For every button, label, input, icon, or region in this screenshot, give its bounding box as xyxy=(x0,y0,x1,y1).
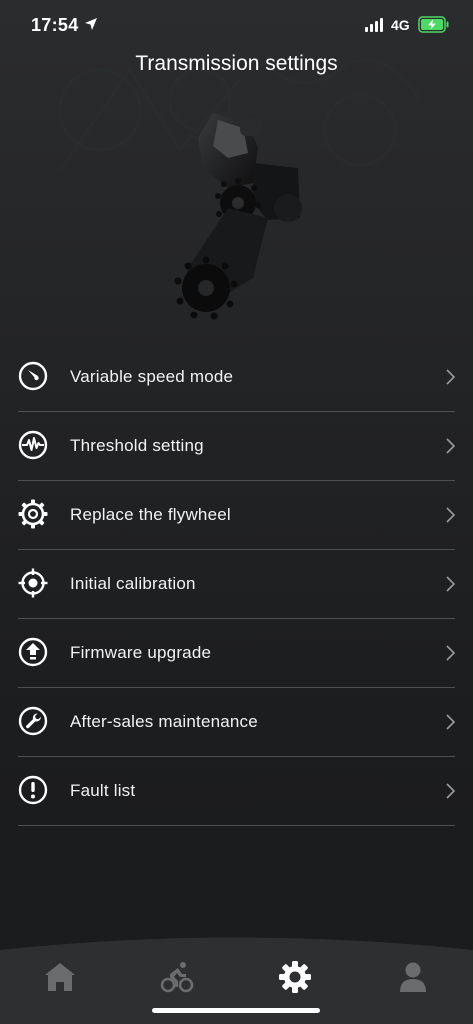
speedometer-icon xyxy=(18,361,48,391)
status-time: 17:54 xyxy=(31,15,79,35)
menu-item-after-sales-maintenance[interactable]: After-sales maintenance xyxy=(18,688,455,757)
settings-menu: Variable speed mode Threshold setting Re… xyxy=(18,343,455,826)
chevron-right-icon xyxy=(446,783,455,799)
menu-item-firmware-upgrade[interactable]: Firmware upgrade xyxy=(18,619,455,688)
user-icon[interactable] xyxy=(396,960,430,994)
page-title: Transmission settings xyxy=(135,52,338,75)
network-type: 4G xyxy=(391,17,410,33)
menu-item-replace-the-flywheel[interactable]: Replace the flywheel xyxy=(18,481,455,550)
menu-item-label: Threshold setting xyxy=(70,436,204,455)
chevron-right-icon xyxy=(446,576,455,592)
chevron-right-icon xyxy=(446,645,455,661)
signal-bars-icon xyxy=(365,18,383,32)
upgrade-arrow-icon xyxy=(18,637,48,667)
menu-item-label: Firmware upgrade xyxy=(70,643,212,662)
menu-item-label: Fault list xyxy=(70,781,136,800)
menu-item-label: After-sales maintenance xyxy=(70,712,258,731)
menu-item-fault-list[interactable]: Fault list xyxy=(18,757,455,826)
cyclist-icon[interactable] xyxy=(160,960,194,994)
rear-derailleur-image xyxy=(174,113,302,320)
menu-item-label: Initial calibration xyxy=(70,574,196,593)
crosshair-icon xyxy=(18,568,48,598)
menu-item-variable-speed-mode[interactable]: Variable speed mode xyxy=(18,343,455,412)
menu-item-threshold-setting[interactable]: Threshold setting xyxy=(18,412,455,481)
menu-item-initial-calibration[interactable]: Initial calibration xyxy=(18,550,455,619)
menu-item-label: Variable speed mode xyxy=(70,367,234,386)
gear-sprocket-icon xyxy=(18,499,48,529)
menu-item-label: Replace the flywheel xyxy=(70,505,231,524)
waveform-icon xyxy=(18,430,48,460)
chevron-right-icon xyxy=(446,369,455,385)
alert-icon xyxy=(18,775,48,805)
gear-icon[interactable] xyxy=(278,960,312,994)
chevron-right-icon xyxy=(446,438,455,454)
home-indicator xyxy=(152,1008,320,1013)
chevron-right-icon xyxy=(446,507,455,523)
home-icon[interactable] xyxy=(43,960,77,994)
location-arrow-icon xyxy=(85,18,97,30)
chevron-right-icon xyxy=(446,714,455,730)
wrench-icon xyxy=(18,706,48,736)
battery-charging-icon xyxy=(418,16,449,33)
